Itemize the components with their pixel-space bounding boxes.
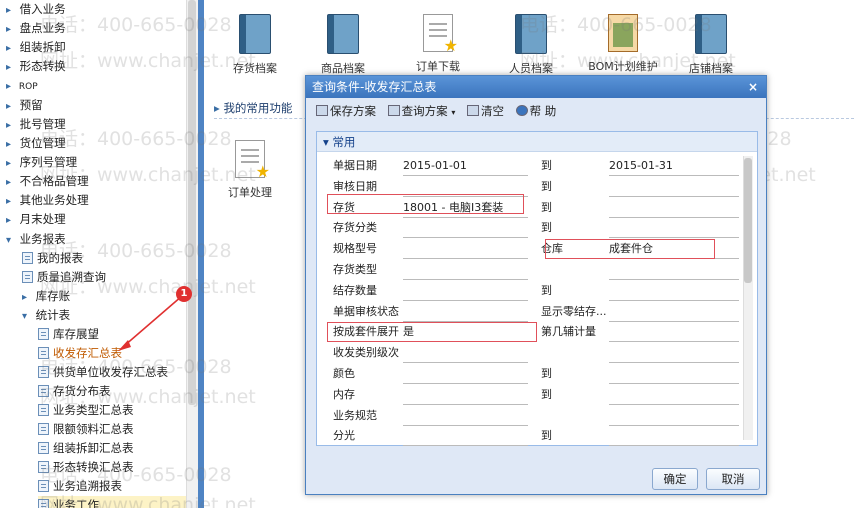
annotation-badge: 1 [176, 286, 192, 302]
annotation-arrow [118, 295, 183, 351]
